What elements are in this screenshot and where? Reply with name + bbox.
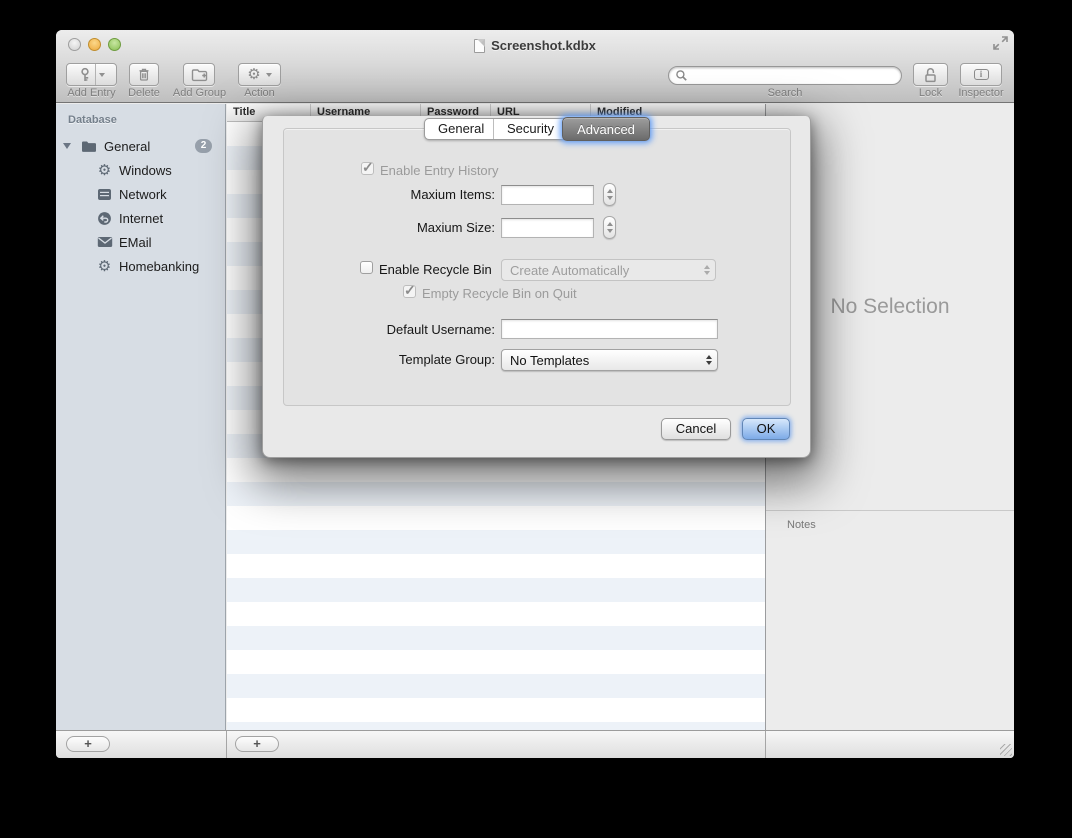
max-items-label: Maxium Items: xyxy=(323,187,495,202)
ok-button[interactable]: OK xyxy=(742,418,790,440)
delete-label: Delete xyxy=(122,87,166,99)
template-group-label: Template Group: xyxy=(323,352,495,367)
max-size-label: Maxium Size: xyxy=(323,220,495,235)
search-input[interactable] xyxy=(668,66,902,85)
disclosure-triangle-icon[interactable] xyxy=(63,143,71,149)
resize-grip[interactable] xyxy=(1000,744,1012,756)
chevron-down-icon xyxy=(266,73,272,77)
stepper-down-icon xyxy=(607,196,613,200)
max-items-stepper[interactable] xyxy=(603,183,616,206)
gear-icon: ⚙ xyxy=(96,258,113,275)
template-group-popup[interactable]: No Templates xyxy=(501,349,718,371)
add-entry-label: Add Entry xyxy=(58,87,125,99)
app-window: Screenshot.kdbx Add Entry xyxy=(56,30,1014,758)
sidebar-item-network[interactable]: Network xyxy=(56,182,225,206)
lock-button[interactable] xyxy=(913,63,948,86)
sidebar-item-label: Internet xyxy=(119,211,163,226)
search-label: Search xyxy=(668,87,902,99)
window-title: Screenshot.kdbx xyxy=(491,38,596,53)
sidebar-item-label: EMail xyxy=(119,235,152,250)
recycle-bin-mode-popup[interactable]: Create Automatically xyxy=(501,259,716,281)
sidebar-section-header: Database xyxy=(68,114,117,126)
sidebar-item-label: General xyxy=(104,139,150,154)
inspector-label: Inspector xyxy=(952,87,1010,99)
folder-add-icon xyxy=(191,68,208,82)
key-icon xyxy=(78,67,92,83)
window-chrome: Screenshot.kdbx Add Entry xyxy=(56,30,1014,103)
titlebar: Screenshot.kdbx xyxy=(56,37,1014,54)
info-icon: i xyxy=(974,69,989,80)
default-username-label: Default Username: xyxy=(323,322,495,337)
cancel-button[interactable]: Cancel xyxy=(661,418,731,440)
sidebar: Database General 2 ⚙ Windows N xyxy=(56,104,226,730)
recycle-bin-mode-value: Create Automatically xyxy=(510,263,629,278)
empty-recycle-bin-label: Empty Recycle Bin on Quit xyxy=(422,286,577,301)
database-settings-dialog: General Security Advanced Enable Entry H… xyxy=(262,116,811,458)
action-label: Action xyxy=(236,87,283,99)
max-size-stepper[interactable] xyxy=(603,216,616,239)
server-icon xyxy=(96,186,113,203)
document-icon xyxy=(474,39,485,53)
bottom-bar: + + xyxy=(56,730,1014,758)
empty-recycle-bin-checkbox[interactable] xyxy=(403,285,416,298)
count-badge: 2 xyxy=(195,139,212,153)
tab-general[interactable]: General xyxy=(425,119,493,139)
tab-security[interactable]: Security xyxy=(493,119,563,139)
tab-advanced[interactable]: Advanced xyxy=(562,117,650,141)
enable-recycle-bin-label: Enable Recycle Bin xyxy=(379,262,492,277)
stepper-up-icon xyxy=(607,222,613,226)
sidebar-item-email[interactable]: EMail xyxy=(56,230,225,254)
delete-button[interactable] xyxy=(129,63,159,86)
folder-icon xyxy=(80,138,97,155)
sidebar-item-internet[interactable]: Internet xyxy=(56,206,225,230)
add-group-plus-button[interactable]: + xyxy=(66,736,110,752)
search-icon xyxy=(675,69,688,82)
add-group-button[interactable] xyxy=(183,63,215,86)
gear-icon: ⚙ xyxy=(96,162,113,179)
sidebar-item-label: Homebanking xyxy=(119,259,199,274)
envelope-icon xyxy=(96,234,113,251)
action-button[interactable]: ⚙ xyxy=(238,63,281,86)
sidebar-item-label: Network xyxy=(119,187,167,202)
default-username-field[interactable] xyxy=(501,319,718,339)
popup-arrows-icon xyxy=(706,350,712,370)
lock-open-icon xyxy=(923,67,938,83)
max-size-field[interactable] xyxy=(501,218,594,238)
lock-label: Lock xyxy=(909,87,952,99)
globe-arrow-icon xyxy=(96,210,113,227)
add-group-label: Add Group xyxy=(166,87,233,99)
enable-entry-history-label: Enable Entry History xyxy=(380,163,499,178)
trash-icon xyxy=(137,67,151,82)
stepper-down-icon xyxy=(607,229,613,233)
popup-arrows-icon xyxy=(704,260,710,280)
chevron-down-icon xyxy=(99,73,105,77)
enable-recycle-bin-checkbox[interactable] xyxy=(360,261,373,274)
settings-tab-bar: General Security Advanced xyxy=(424,118,650,140)
gear-icon: ⚙ xyxy=(247,67,260,82)
enable-entry-history-checkbox[interactable] xyxy=(361,162,374,175)
stepper-up-icon xyxy=(607,189,613,193)
template-group-value: No Templates xyxy=(510,353,589,368)
notes-label: Notes xyxy=(787,519,816,531)
sidebar-item-windows[interactable]: ⚙ Windows xyxy=(56,158,225,182)
fullscreen-icon[interactable] xyxy=(993,36,1008,50)
sidebar-item-homebanking[interactable]: ⚙ Homebanking xyxy=(56,254,225,278)
add-entry-button[interactable] xyxy=(66,63,117,86)
add-entry-plus-button[interactable]: + xyxy=(235,736,279,752)
inspector-button[interactable]: i xyxy=(960,63,1002,86)
desktop: { "colors": { "accent_blue": "#4a86d8", … xyxy=(0,0,1072,838)
sidebar-item-general[interactable]: General 2 xyxy=(56,134,225,158)
sidebar-item-label: Windows xyxy=(119,163,172,178)
max-items-field[interactable] xyxy=(501,185,594,205)
